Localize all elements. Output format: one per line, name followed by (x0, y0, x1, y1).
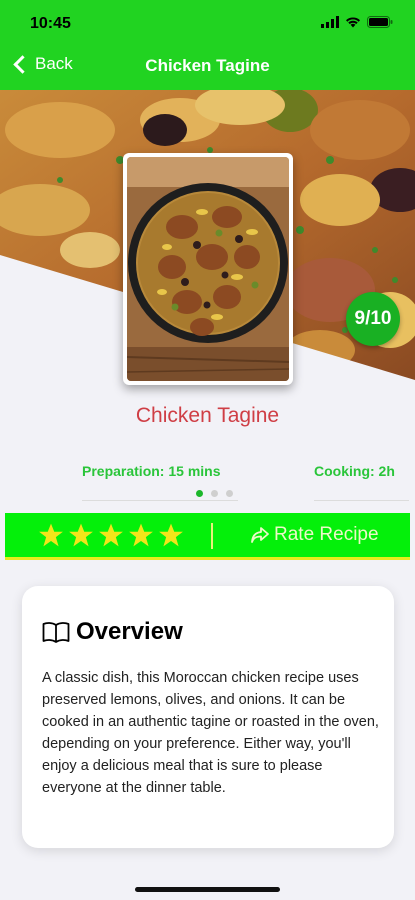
overview-title: Overview (76, 618, 183, 645)
status-time: 10:45 (30, 15, 71, 32)
cooking-time: Cooking: 2h (314, 463, 395, 479)
overview-card: Overview A classic dish, this Moroccan c… (22, 586, 394, 848)
overview-description: A classic dish, this Moroccan chicken re… (42, 670, 379, 796)
rate-recipe-button[interactable]: Rate Recipe (250, 524, 379, 546)
star-icon[interactable] (128, 522, 154, 548)
rating-divider (211, 523, 213, 549)
page-dot (226, 490, 233, 497)
rate-recipe-label: Rate Recipe (274, 524, 379, 545)
skillet-image (127, 157, 289, 381)
battery-icon (367, 16, 393, 28)
page-dot (211, 490, 218, 497)
page-indicator[interactable] (196, 490, 233, 497)
navigation-bar: Back Chicken Tagine (0, 44, 415, 90)
nav-title: Chicken Tagine (145, 56, 270, 75)
star-rating[interactable] (38, 522, 184, 548)
status-icons (321, 16, 393, 28)
preparation-time: Preparation: 15 mins (82, 463, 221, 479)
recipe-thumbnail[interactable] (123, 153, 293, 385)
wifi-icon (346, 17, 360, 28)
cooking-underline (314, 500, 409, 501)
star-icon[interactable] (98, 522, 124, 548)
preparation-underline (82, 500, 238, 501)
score-badge: 9/10 (346, 292, 400, 346)
recipe-title: Chicken Tagine (135, 404, 280, 427)
home-indicator[interactable] (135, 887, 280, 892)
page-dot-active (196, 490, 203, 497)
overview-header: Overview (42, 618, 183, 646)
cellular-icon (321, 16, 339, 28)
book-icon (42, 622, 70, 643)
status-bar: 10:45 (0, 0, 415, 44)
rating-bar: Rate Recipe (5, 513, 410, 560)
star-icon[interactable] (68, 522, 94, 548)
star-icon[interactable] (38, 522, 64, 548)
star-icon[interactable] (158, 522, 184, 548)
share-arrow-icon (251, 527, 269, 543)
